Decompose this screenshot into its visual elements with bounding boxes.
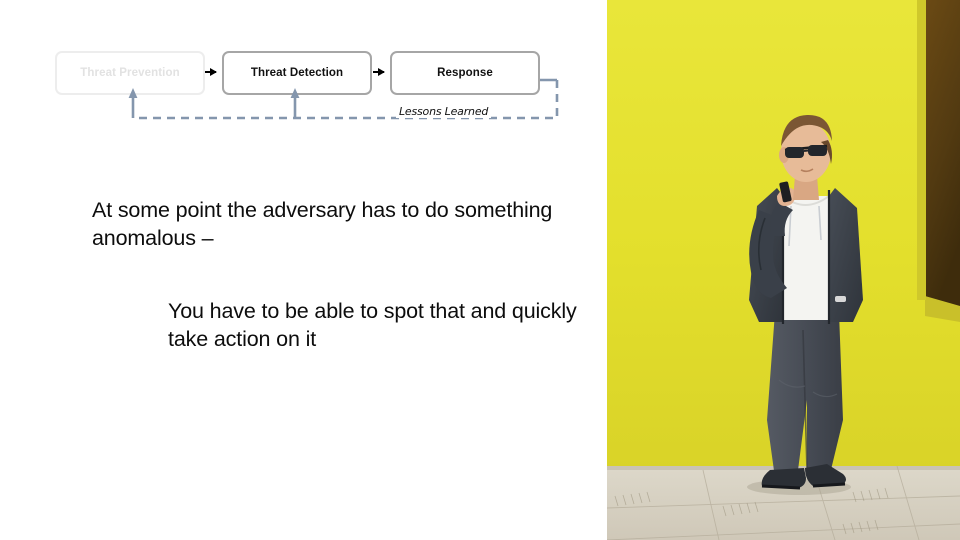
photo-man-on-phone-yellow-wall (607, 0, 960, 540)
slide-canvas: Threat Prevention Threat Detection Respo… (0, 0, 960, 540)
secondary-statement: You have to be able to spot that and qui… (168, 299, 577, 352)
photo-illustration (607, 0, 960, 540)
primary-statement: At some point the adversary has to do so… (92, 198, 553, 251)
body-copy-block: At some point the adversary has to do so… (0, 0, 607, 540)
